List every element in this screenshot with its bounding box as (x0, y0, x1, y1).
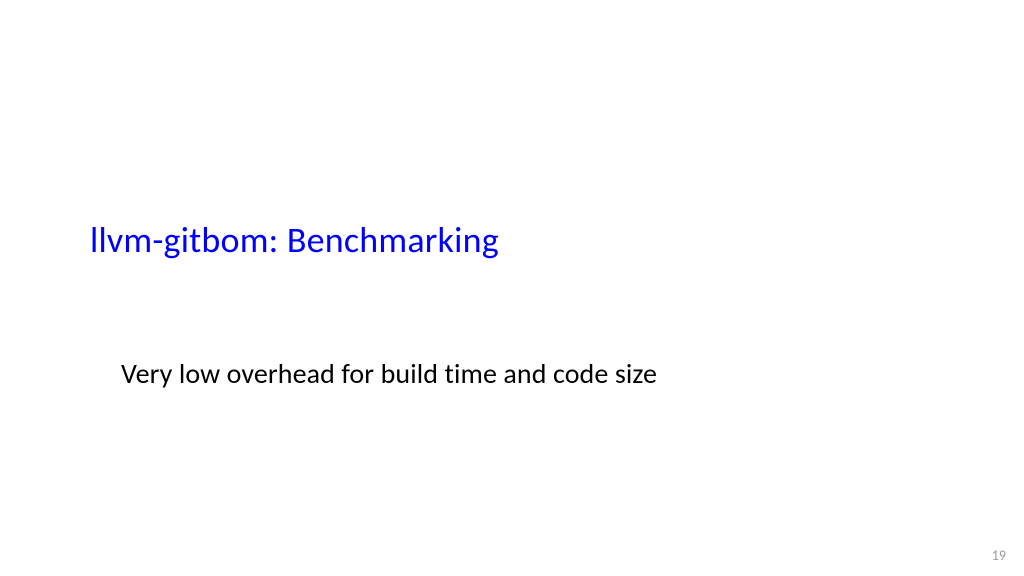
page-number: 19 (992, 547, 1006, 564)
slide-body-text: Very low overhead for build time and cod… (121, 356, 657, 391)
slide-title: llvm-gitbom: Benchmarking (90, 218, 499, 262)
slide-container: llvm-gitbom: Benchmarking Very low overh… (0, 0, 1024, 576)
